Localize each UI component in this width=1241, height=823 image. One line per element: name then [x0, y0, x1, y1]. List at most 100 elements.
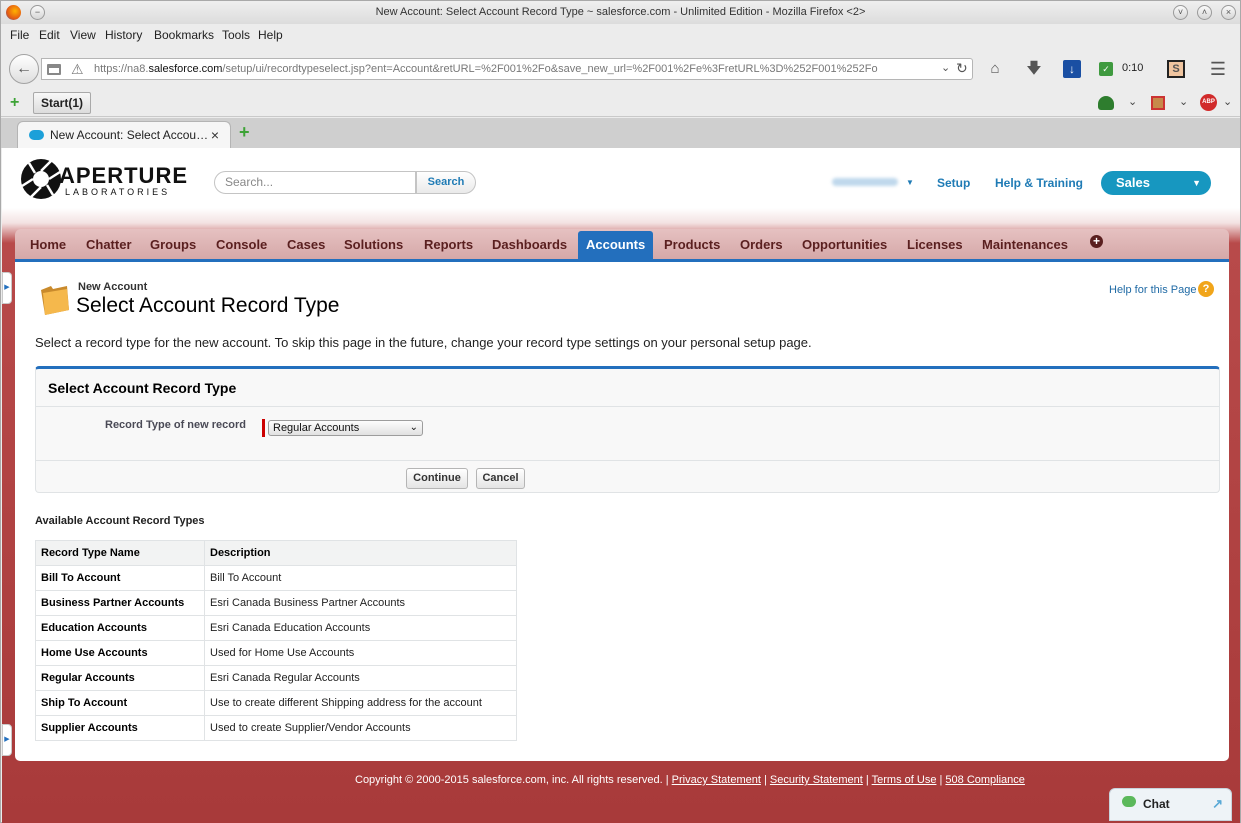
account-folder-icon: [41, 286, 69, 315]
tab-solutions[interactable]: Solutions: [344, 237, 403, 252]
cancel-button[interactable]: Cancel: [476, 468, 525, 489]
security-statement-link[interactable]: Security Statement: [770, 774, 863, 786]
tab-console[interactable]: Console: [216, 237, 267, 252]
section-title: Select Account Record Type: [48, 380, 237, 396]
search-button[interactable]: Search: [416, 171, 476, 194]
table-row: Supplier Accounts Used to create Supplier…: [35, 715, 517, 741]
aperture-logo: APERTURE LABORATORIES: [21, 159, 188, 199]
home-icon[interactable]: ⌂: [986, 60, 1004, 78]
compliance-508-link[interactable]: 508 Compliance: [945, 774, 1025, 786]
tab-home[interactable]: Home: [30, 237, 66, 252]
menu-file[interactable]: File: [10, 28, 29, 42]
minimize-button[interactable]: ˅: [1173, 5, 1188, 20]
page-info-icon[interactable]: [47, 64, 61, 75]
salesforce-cloud-icon: [29, 130, 44, 140]
url-bar[interactable]: https://na8.salesforce.com/setup/ui/reco…: [41, 58, 973, 80]
chevron-down-icon[interactable]: ⌄: [1179, 95, 1188, 108]
footer: Copyright © 2000-2015 salesforce.com, in…: [355, 774, 1025, 786]
table-row: Ship To Account Use to create different S…: [35, 690, 517, 716]
window-menu-button[interactable]: −: [30, 5, 45, 20]
add-bookmark-icon[interactable]: +: [10, 94, 19, 112]
chat-widget[interactable]: Chat ↗: [1109, 788, 1232, 821]
record-type-name: Supplier Accounts: [35, 715, 205, 741]
maximize-button[interactable]: ˄: [1197, 5, 1212, 20]
column-header: Record Type Name: [35, 540, 205, 566]
salesforce-page: APERTURE LABORATORIES Search... Search ▼…: [2, 148, 1240, 823]
table-row: Home Use Accounts Used for Home Use Accou…: [35, 640, 517, 666]
table-row: Education Accounts Esri Canada Education …: [35, 615, 517, 641]
warning-icon[interactable]: ⚠: [71, 61, 84, 78]
setup-link[interactable]: Setup: [937, 176, 970, 190]
record-type-description: Bill To Account: [204, 565, 517, 591]
record-type-description: Use to create different Shipping address…: [204, 690, 517, 716]
available-record-types-title: Available Account Record Types: [35, 515, 205, 527]
hamburger-menu-icon[interactable]: ☰: [1209, 60, 1227, 78]
menu-bookmarks[interactable]: Bookmarks: [154, 28, 214, 42]
tab-opportunities[interactable]: Opportunities: [802, 237, 887, 252]
browser-tab[interactable]: New Account: Select Accou… ×: [17, 121, 231, 148]
bookmarks-toolbar: + Start(1) ⌄ ⌄ ABP ⌄: [1, 91, 1240, 117]
record-type-description: Used to create Supplier/Vendor Accounts: [204, 715, 517, 741]
extension-s-icon[interactable]: S: [1167, 60, 1185, 78]
pocket-download-icon[interactable]: ↓: [1063, 60, 1081, 78]
dropdown-arrow-icon[interactable]: ⌄: [941, 61, 950, 74]
search-input[interactable]: Search...: [214, 171, 416, 194]
tab-orders[interactable]: Orders: [740, 237, 783, 252]
menu-tools[interactable]: Tools: [222, 28, 250, 42]
record-type-name: Business Partner Accounts: [35, 590, 205, 616]
help-for-this-page-link[interactable]: Help for this Page: [1109, 284, 1196, 296]
privacy-statement-link[interactable]: Privacy Statement: [672, 774, 761, 786]
sidebar-toggle-handle[interactable]: ▶: [2, 724, 12, 756]
gift-extension-icon[interactable]: [1151, 96, 1165, 110]
required-indicator: [262, 419, 265, 437]
continue-button[interactable]: Continue: [406, 468, 468, 489]
tab-products[interactable]: Products: [664, 237, 720, 252]
tab-chatter[interactable]: Chatter: [86, 237, 132, 252]
menu-help[interactable]: Help: [258, 28, 283, 42]
new-tab-icon[interactable]: +: [239, 122, 250, 143]
download-arrow-icon[interactable]: 🡇: [1025, 60, 1043, 78]
record-type-name: Regular Accounts: [35, 665, 205, 691]
tab-accounts[interactable]: Accounts: [578, 231, 654, 259]
menu-edit[interactable]: Edit: [39, 28, 60, 42]
chevron-down-icon[interactable]: ⌄: [1223, 95, 1232, 108]
record-type-name: Ship To Account: [35, 690, 205, 716]
record-type-name: Education Accounts: [35, 615, 205, 641]
tab-dashboards[interactable]: Dashboards: [492, 237, 567, 252]
help-question-icon[interactable]: ?: [1198, 281, 1214, 297]
terms-of-use-link[interactable]: Terms of Use: [872, 774, 937, 786]
back-arrow-icon[interactable]: ←: [9, 54, 39, 84]
turtle-extension-icon[interactable]: [1098, 96, 1114, 110]
record-type-section: Select Account Record Type Record Type o…: [35, 366, 1220, 493]
tab-maintenances[interactable]: Maintenances: [982, 237, 1068, 252]
app-menu-button[interactable]: Sales ▼: [1101, 171, 1211, 195]
menu-history[interactable]: History: [105, 28, 142, 42]
instructions-text: Select a record type for the new account…: [35, 335, 812, 350]
all-tabs-plus-icon[interactable]: +: [1090, 235, 1103, 248]
record-type-select[interactable]: Regular Accounts ⌄: [268, 420, 423, 436]
record-type-label: Record Type of new record: [105, 419, 246, 431]
timer-icon[interactable]: ✓: [1099, 62, 1113, 76]
table-row: Business Partner Accounts Esri Canada Bus…: [35, 590, 517, 616]
help-training-link[interactable]: Help & Training: [995, 176, 1083, 190]
logo-sub-text: LABORATORIES: [65, 187, 170, 197]
start-button[interactable]: Start(1): [33, 92, 91, 114]
user-menu-name-blurred[interactable]: [832, 178, 898, 186]
chevron-down-icon[interactable]: ⌄: [1128, 95, 1137, 108]
record-type-name: Home Use Accounts: [35, 640, 205, 666]
close-tab-icon[interactable]: ×: [211, 122, 219, 148]
logo-main-text: APERTURE: [59, 163, 188, 188]
sidebar-toggle-handle[interactable]: ▶: [2, 272, 12, 304]
tab-groups[interactable]: Groups: [150, 237, 196, 252]
reload-icon[interactable]: ↻: [956, 60, 968, 77]
tab-licenses[interactable]: Licenses: [907, 237, 963, 252]
menu-view[interactable]: View: [70, 28, 96, 42]
user-menu-caret-icon[interactable]: ▼: [906, 178, 914, 187]
expand-arrow-icon[interactable]: ↗: [1212, 789, 1223, 819]
tab-label: New Account: Select Accou…: [50, 128, 209, 142]
close-window-button[interactable]: ×: [1221, 5, 1236, 20]
tab-cases[interactable]: Cases: [287, 237, 325, 252]
tab-reports[interactable]: Reports: [424, 237, 473, 252]
adblock-icon[interactable]: ABP: [1200, 94, 1217, 111]
window-title: New Account: Select Account Record Type …: [375, 6, 866, 18]
